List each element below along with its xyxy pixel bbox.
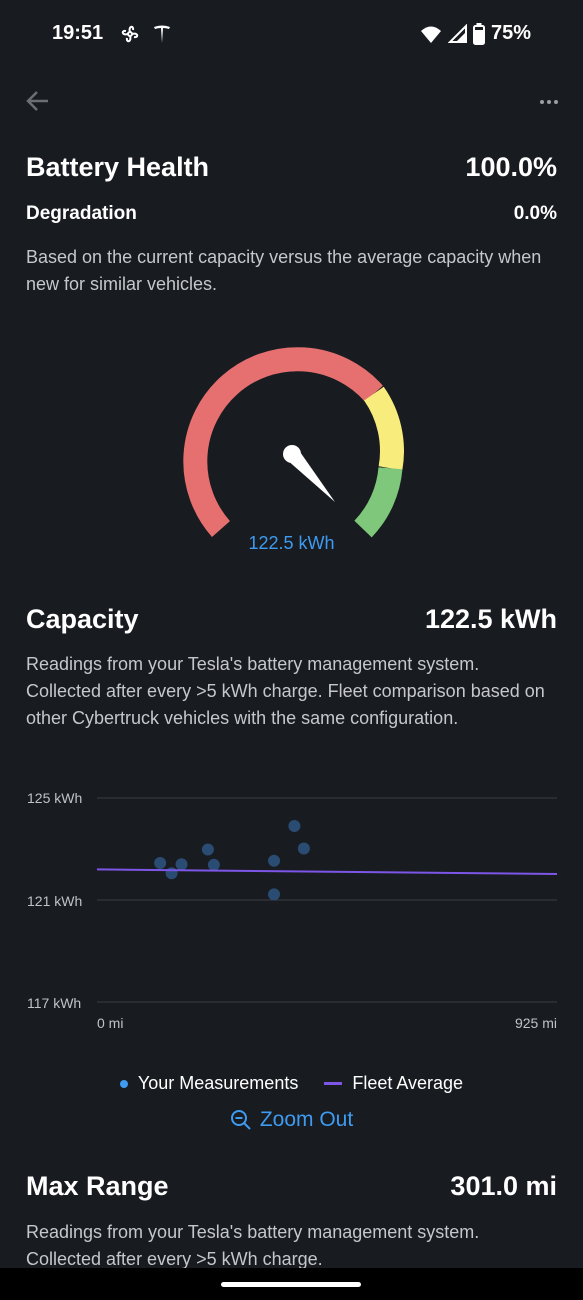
measurement-point-0 [154, 857, 167, 870]
status-indicators: 75% [420, 22, 531, 45]
battery-health-title: Battery Health [26, 152, 210, 182]
max-range-row: Max Range 301.0 mi [26, 1171, 557, 1202]
more-options-icon[interactable] [539, 92, 559, 112]
legend-label-fleet: Fleet Average [352, 1073, 464, 1093]
max-range-description: Readings from your Tesla's battery manag… [26, 1222, 480, 1269]
home-gesture-handle[interactable] [221, 1282, 361, 1287]
max-range-title: Max Range [26, 1171, 169, 1201]
capacity-row: Capacity 122.5 kWh [26, 604, 557, 635]
zoom-out-label: Zoom Out [259, 1108, 354, 1131]
legend-dot-icon [119, 1079, 128, 1088]
degradation-row: Degradation 0.0% [26, 203, 557, 225]
max-range-value: 301.0 mi [450, 1171, 557, 1201]
measurement-point-1 [165, 867, 178, 880]
battery-icon [473, 22, 486, 45]
legend-label-measurements: Your Measurements [137, 1073, 299, 1093]
chart-marks [96, 820, 558, 901]
gauge-needle [283, 445, 335, 502]
measurement-point-7 [288, 820, 301, 833]
zoom-out-icon [230, 1110, 251, 1130]
tesla-logo-icon [154, 25, 171, 43]
capacity-title: Capacity [26, 604, 139, 634]
measurement-point-2 [175, 858, 188, 871]
measurement-point-8 [297, 842, 310, 855]
gauge-arc-green [354, 466, 403, 538]
zoom-out-button[interactable]: Zoom Out [0, 1108, 583, 1132]
legend-item-measurements: Your Measurements [119, 1073, 299, 1094]
battery-health-value: 100.0% [465, 152, 557, 182]
battery-health-row: Battery Health 100.0% [26, 152, 557, 183]
gauge-arc-yellow [363, 386, 404, 471]
degradation-label: Degradation [26, 203, 137, 224]
signal-icon [447, 23, 467, 43]
fan-icon [121, 25, 138, 42]
measurement-point-5 [268, 854, 281, 867]
chart-legend: Your Measurements Fleet Average [0, 1073, 583, 1094]
legend-line-icon [324, 1082, 343, 1085]
chart-grid [97, 797, 557, 1003]
battery-health-description: Based on the current capacity versus the… [26, 247, 542, 294]
wifi-icon [421, 26, 442, 43]
battery-gauge [183, 347, 404, 538]
measurement-point-3 [201, 843, 214, 856]
capacity-value: 122.5 kWh [424, 604, 557, 634]
measurement-point-4 [207, 858, 220, 871]
status-time: 19:51 [52, 22, 172, 45]
capacity-chart[interactable] [0, 780, 583, 1020]
measurement-point-6 [268, 888, 281, 901]
back-arrow-icon[interactable] [24, 88, 50, 114]
battery-percent: 75% [490, 22, 531, 44]
degradation-value: 0.0% [513, 203, 557, 224]
gauge-value-label: 122.5 kWh [248, 533, 335, 553]
gauge-arc-red [183, 347, 383, 537]
capacity-description: Readings from your Tesla's battery manag… [26, 654, 545, 728]
legend-item-fleet: Fleet Average [324, 1073, 463, 1094]
